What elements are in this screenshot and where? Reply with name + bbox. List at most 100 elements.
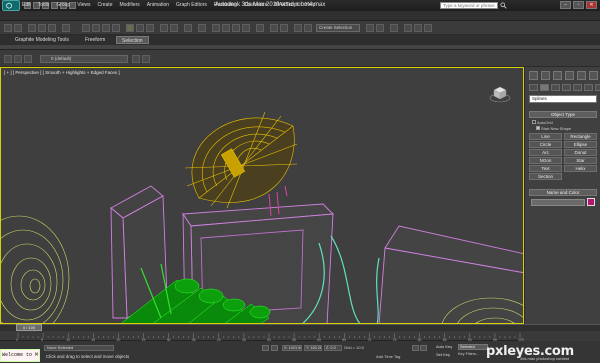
autogrid-checkbox[interactable]	[532, 120, 536, 124]
z-coordinate-field[interactable]: Z: 0.0	[324, 345, 342, 351]
rectangle-button[interactable]: Rectangle	[564, 133, 597, 140]
ngon-button[interactable]: NGon	[529, 157, 562, 164]
start-new-shape-checkbox[interactable]	[536, 126, 540, 130]
viewport-label[interactable]: [ + ] [ Perspective ] [ Smooth + Highlig…	[4, 70, 120, 75]
add-to-layer-icon[interactable]	[24, 55, 32, 63]
helix-button[interactable]: Helix	[564, 165, 597, 172]
object-color-swatch[interactable]	[587, 198, 595, 206]
space-warps-category-icon[interactable]	[584, 84, 593, 91]
lights-category-icon[interactable]	[551, 84, 560, 91]
donut-button[interactable]: Donut	[564, 149, 597, 156]
subcategory-dropdown[interactable]: Splines	[529, 95, 597, 103]
select-object-icon[interactable]	[82, 24, 90, 32]
close-button[interactable]: ✕	[586, 1, 597, 9]
name-and-color-rollout[interactable]: Name and Color	[529, 189, 597, 196]
lock-selection-icon[interactable]	[262, 345, 269, 351]
y-coordinate-field[interactable]: Y: 150.261	[304, 345, 322, 351]
maxscript-listener[interactable]: Welcome to M	[0, 349, 40, 362]
keyboard-shortcut-icon[interactable]	[198, 24, 206, 32]
menu-edit[interactable]: Edit	[22, 1, 31, 9]
go-to-start-icon[interactable]	[412, 345, 419, 351]
text-button[interactable]: Text	[529, 165, 562, 172]
search-icon[interactable]	[500, 2, 507, 9]
object-type-rollout[interactable]: Object Type	[529, 111, 597, 118]
redo-tool-icon[interactable]	[14, 24, 22, 32]
menu-rendering[interactable]: Rendering	[214, 1, 237, 9]
new-layer-icon[interactable]	[14, 55, 22, 63]
minimize-button[interactable]: –	[560, 1, 571, 9]
bind-space-warp-icon[interactable]	[48, 24, 56, 32]
select-move-icon[interactable]	[126, 24, 134, 32]
menu-create[interactable]: Create	[97, 1, 112, 9]
current-layer-dropdown[interactable]: 0 (default)	[40, 55, 128, 63]
create-tab-icon[interactable]	[529, 71, 538, 80]
reference-coord-dropdown[interactable]	[160, 24, 168, 32]
angle-snap-icon[interactable]	[222, 24, 230, 32]
menu-maxscript[interactable]: MAXScript	[275, 1, 299, 9]
add-time-tag-button[interactable]: Add Time Tag	[376, 354, 400, 359]
mirror-icon[interactable]	[270, 24, 278, 32]
region-select-icon[interactable]	[102, 24, 110, 32]
modify-tab-icon[interactable]	[541, 71, 550, 80]
align-icon[interactable]	[280, 24, 288, 32]
select-by-name-icon[interactable]	[92, 24, 100, 32]
menu-tools[interactable]: Tools	[38, 1, 50, 9]
unlink-icon[interactable]	[38, 24, 46, 32]
menu-customize[interactable]: Customize	[244, 1, 268, 9]
snaps-toggle-icon[interactable]	[212, 24, 220, 32]
layer-manager-button-icon[interactable]	[4, 55, 12, 63]
schematic-view-icon[interactable]	[376, 24, 384, 32]
display-tab-icon[interactable]	[577, 71, 586, 80]
ellipse-button[interactable]: Ellipse	[564, 141, 597, 148]
x-coordinate-field[interactable]: X: 1001.963	[282, 345, 302, 351]
previous-frame-icon[interactable]	[420, 345, 427, 351]
link-icon[interactable]	[28, 24, 36, 32]
circle-button[interactable]: Circle	[529, 141, 562, 148]
systems-category-icon[interactable]	[595, 84, 600, 91]
pivot-center-icon[interactable]	[170, 24, 178, 32]
object-name-field[interactable]	[531, 199, 585, 206]
helpers-category-icon[interactable]	[573, 84, 582, 91]
selection-filter-dropdown[interactable]	[62, 24, 70, 32]
auto-key-button[interactable]: Auto Key	[436, 344, 452, 349]
tab-selection[interactable]: Selection	[116, 36, 149, 44]
named-selection-set-field[interactable]: Create Selection	[316, 24, 360, 32]
set-key-button[interactable]: Set Key	[436, 352, 450, 357]
tab-graphite-modeling-tools[interactable]: Graphite Modeling Tools	[10, 36, 74, 44]
time-slider[interactable]: 0 / 100	[16, 324, 42, 331]
layer-manager-icon[interactable]	[294, 24, 302, 32]
set-current-layer-icon[interactable]	[142, 55, 150, 63]
select-scale-icon[interactable]	[146, 24, 154, 32]
tab-freeform[interactable]: Freeform	[80, 36, 110, 44]
line-button[interactable]: Line	[529, 133, 562, 140]
edit-named-selection-icon[interactable]	[256, 24, 264, 32]
select-layer-objects-icon[interactable]	[132, 55, 140, 63]
utilities-tab-icon[interactable]	[589, 71, 598, 80]
graphite-toggle-icon[interactable]	[304, 24, 312, 32]
menu-help[interactable]: Help	[305, 1, 315, 9]
menu-graph-editors[interactable]: Graph Editors	[176, 1, 207, 9]
shapes-category-icon[interactable]	[540, 84, 549, 91]
undo-tool-icon[interactable]	[4, 24, 12, 32]
window-crossing-icon[interactable]	[112, 24, 120, 32]
cameras-category-icon[interactable]	[562, 84, 571, 91]
star-button[interactable]: Star	[564, 157, 597, 164]
motion-tab-icon[interactable]	[565, 71, 574, 80]
hierarchy-tab-icon[interactable]	[553, 71, 562, 80]
curve-editor-icon[interactable]	[366, 24, 374, 32]
rendered-frame-window-icon[interactable]	[414, 24, 422, 32]
key-selection-dropdown[interactable]: Selected	[458, 344, 488, 350]
menu-animation[interactable]: Animation	[147, 1, 169, 9]
select-manipulate-icon[interactable]	[184, 24, 192, 32]
section-button[interactable]: Section	[529, 173, 562, 180]
viewcube-icon[interactable]	[489, 82, 511, 104]
transform-mode-icon[interactable]	[271, 345, 278, 351]
menu-group[interactable]: Group	[56, 1, 70, 9]
percent-snap-icon[interactable]	[232, 24, 240, 32]
perspective-viewport[interactable]: [ + ] [ Perspective ] [ Smooth + Highlig…	[0, 67, 524, 324]
app-menu-button[interactable]: ⬡	[2, 0, 20, 11]
maximize-button[interactable]: ▫	[573, 1, 584, 9]
arc-button[interactable]: Arc	[529, 149, 562, 156]
spinner-snap-icon[interactable]	[242, 24, 250, 32]
menu-views[interactable]: Views	[77, 1, 90, 9]
